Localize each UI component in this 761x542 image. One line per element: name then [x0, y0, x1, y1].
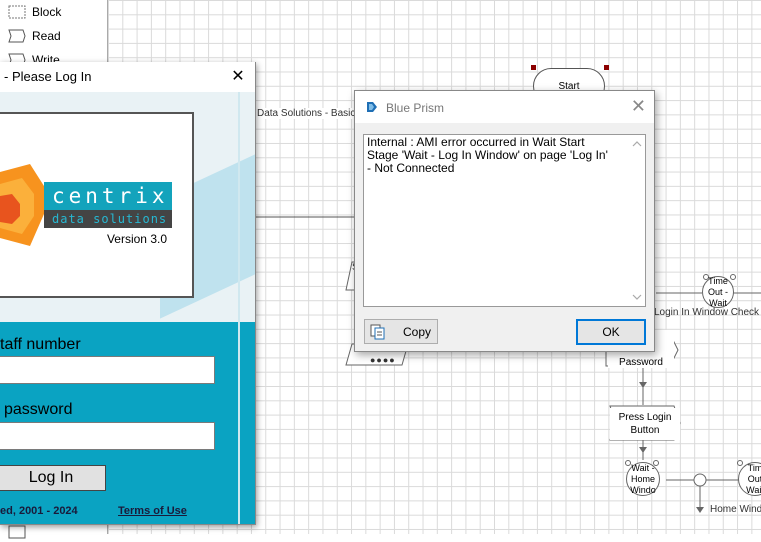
toolbox-item-label: Block	[32, 5, 62, 19]
copy-icon	[370, 324, 385, 340]
login-side-stripe	[238, 92, 240, 524]
timeout-wait-stage[interactable]: Time Out - Wait	[702, 276, 734, 308]
timeout-wait-label: Time Out - Wait	[707, 275, 728, 308]
brand-wordmark: centrix data solutions	[44, 182, 172, 232]
version-label: Version 3.0	[106, 232, 167, 246]
error-message-box[interactable]: Internal : AMI error occurred in Wait St…	[363, 134, 646, 307]
home-window-label: Home Windo	[710, 504, 761, 515]
masked-stage-label: ●●●●	[370, 355, 396, 365]
wait-home-label: Wait - Home Windo	[630, 462, 656, 495]
close-icon[interactable]: ✕	[227, 66, 249, 88]
close-icon[interactable]: ✕	[631, 96, 646, 117]
timeout-wait-2-label: Tim Out Wait	[746, 462, 761, 495]
terms-of-use-link[interactable]: Terms of Use	[118, 505, 187, 517]
dialog-titlebar[interactable]: Blue Prism ✕	[355, 91, 654, 123]
login-header-panel: centrix data solutions Version 3.0	[0, 92, 255, 322]
copy-button[interactable]: Copy	[364, 319, 438, 344]
copyright-text: ed, 2001 - 2024	[0, 505, 78, 517]
login-form-panel: taff number password	[0, 322, 255, 524]
login-window-title: - Please Log In	[4, 69, 92, 84]
process-icon	[8, 525, 26, 539]
brand-subtitle: data solutions	[44, 210, 172, 228]
password-field[interactable]	[0, 422, 215, 450]
toolbox-item-block[interactable]: Block	[8, 2, 61, 22]
login-window: - Please Log In ✕ centrix data solutions…	[0, 62, 256, 525]
staff-number-field[interactable]	[0, 356, 215, 384]
press-login-label: Press Login Button	[618, 412, 672, 436]
login-window-titlebar[interactable]: - Please Log In ✕	[0, 62, 255, 93]
toolbox-item-label: Read	[32, 29, 61, 43]
brand-name: centrix	[44, 182, 172, 210]
toolbox-item-read[interactable]: Read	[8, 26, 61, 46]
blue-prism-logo-icon	[367, 102, 377, 112]
press-login-button-stage[interactable]: Press Login Button	[610, 408, 680, 440]
logo-card: centrix data solutions Version 3.0	[0, 112, 194, 298]
block-icon	[8, 5, 26, 19]
password-label: password	[4, 401, 73, 418]
log-in-button[interactable]: Log In	[0, 465, 106, 491]
blue-prism-error-dialog: Blue Prism ✕ Internal : AMI error occurr…	[354, 90, 655, 352]
toolbox-item-partial[interactable]	[8, 522, 26, 542]
read-icon	[8, 29, 26, 43]
login-window-check-label: Login In Window Check	[654, 307, 760, 318]
wait-home-window-stage[interactable]: Wait - Home Windo	[626, 462, 660, 496]
copy-button-label: Copy	[403, 325, 432, 339]
error-message-text: Internal : AMI error occurred in Wait St…	[367, 135, 608, 175]
page-description-note: Data Solutions - Basic A	[255, 108, 367, 119]
ok-button[interactable]: OK	[576, 319, 646, 345]
message-scrollbar[interactable]	[629, 135, 645, 306]
staff-number-label: taff number	[0, 336, 81, 353]
dialog-title: Blue Prism	[386, 101, 445, 115]
